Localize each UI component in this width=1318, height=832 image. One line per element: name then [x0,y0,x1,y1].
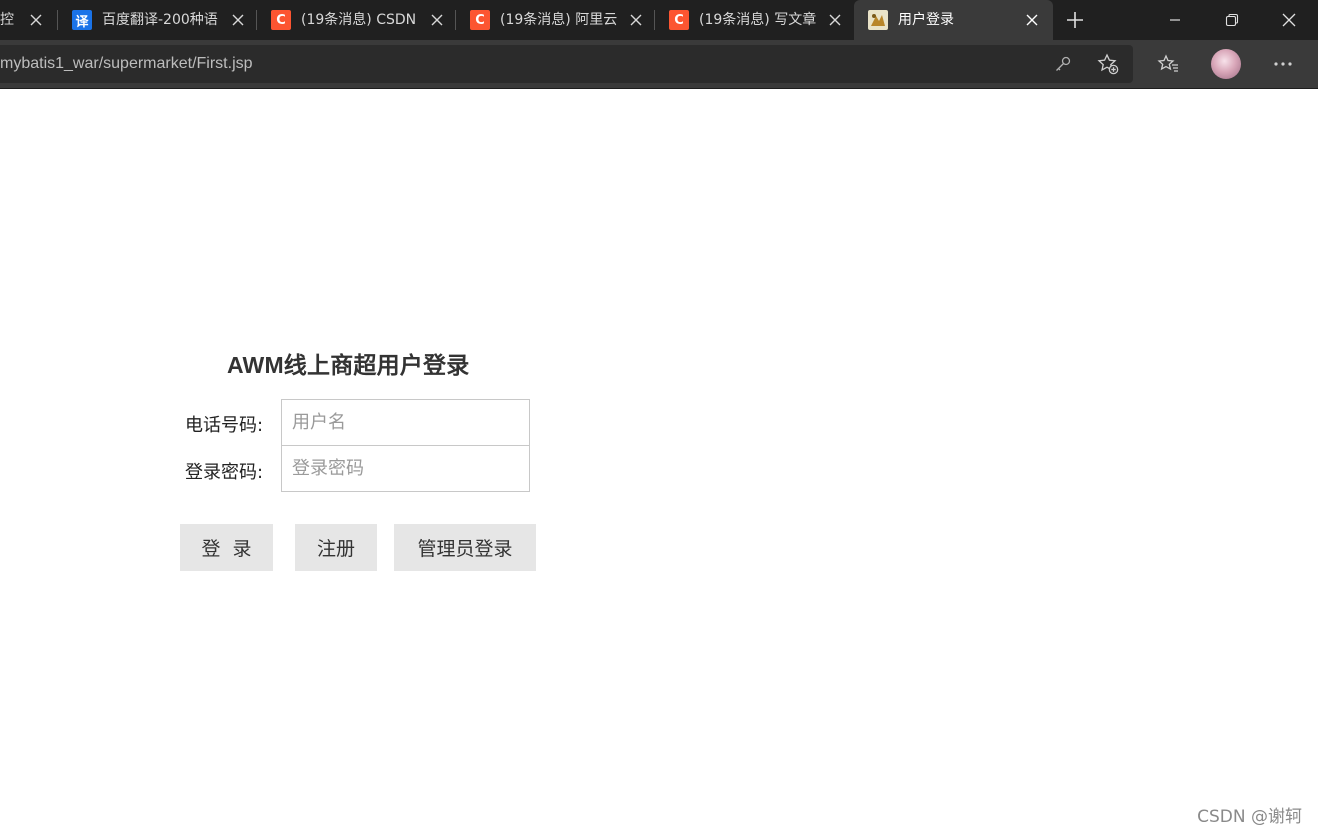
tab-bar: 控制 译 百度翻译-200种语 C (19条消息) CSDN C (19条消息)… [0,0,1318,40]
phone-input[interactable] [281,399,530,446]
tab-csdn[interactable]: C (19条消息) CSDN [257,0,456,40]
minimize-icon [1170,19,1180,21]
profile-avatar[interactable] [1211,49,1241,79]
login-title: AWM线上商超用户登录 [227,352,470,378]
restore-icon [1225,13,1239,27]
address-bar: mybatis1_war/supermarket/First.jsp [0,40,1318,88]
close-icon[interactable] [427,10,447,30]
tab-baidu-translate[interactable]: 译 百度翻译-200种语 [58,0,257,40]
new-tab-button[interactable] [1055,0,1095,40]
tab-title: 控制 [0,12,14,28]
close-icon[interactable] [626,10,646,30]
restore-button[interactable] [1203,0,1261,40]
tab-title: (19条消息) 阿里云 [500,12,618,28]
tab-write-article[interactable]: C (19条消息) 写文章 [655,0,854,40]
password-label: 登录密码: [185,462,264,483]
url-text: mybatis1_war/supermarket/First.jsp [0,55,253,72]
csdn-icon: C [470,10,490,30]
chrome-divider [0,88,1318,89]
baidu-translate-icon: 译 [72,10,92,30]
tab-partial[interactable]: 控制 [0,0,58,40]
admin-login-button[interactable]: 管理员登录 [394,524,536,571]
tab-title: (19条消息) 写文章 [699,12,817,28]
more-options-icon[interactable] [1271,52,1295,76]
tab-user-login[interactable]: 用户登录 [854,0,1053,40]
phone-label: 电话号码: [185,415,264,436]
close-icon[interactable] [825,10,845,30]
close-window-button[interactable] [1260,0,1318,40]
password-input[interactable] [281,445,530,492]
minimize-button[interactable] [1146,0,1204,40]
close-icon[interactable] [1022,10,1042,30]
tab-title: 用户登录 [898,12,954,28]
csdn-icon: C [271,10,291,30]
key-icon[interactable] [1051,52,1075,76]
csdn-icon: C [669,10,689,30]
watermark: CSDN @谢轲 [1197,807,1302,827]
login-button[interactable]: 登 录 [180,524,273,571]
close-icon[interactable] [228,10,248,30]
tab-title: 百度翻译-200种语 [102,12,218,28]
tab-title: (19条消息) CSDN [301,12,417,28]
close-icon[interactable] [26,10,46,30]
favorites-icon[interactable] [1156,52,1180,76]
url-field[interactable]: mybatis1_war/supermarket/First.jsp [0,45,1133,83]
page-icon [868,10,888,30]
plus-icon [1067,12,1083,28]
tab-aliyun[interactable]: C (19条消息) 阿里云 [456,0,655,40]
register-button[interactable]: 注册 [295,524,377,571]
close-icon [1282,13,1296,27]
add-favorite-icon[interactable] [1096,52,1120,76]
